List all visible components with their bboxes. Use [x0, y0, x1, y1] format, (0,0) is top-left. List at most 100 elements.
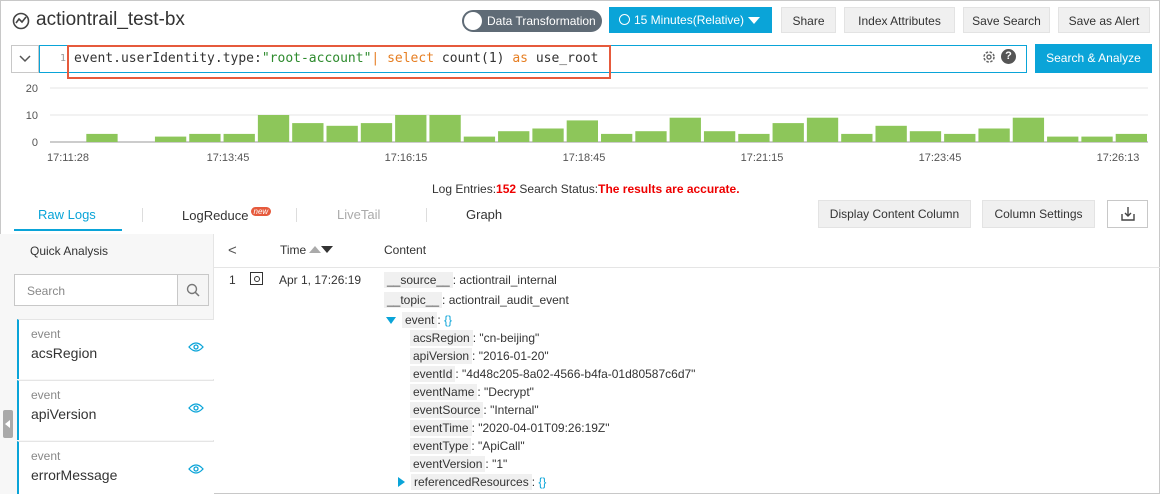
- x-tick-label: 17:18:45: [563, 152, 606, 164]
- sort-down-icon: [321, 246, 334, 253]
- x-tick-label: 17:23:45: [919, 152, 962, 164]
- x-tick-label: 17:11:28: [47, 152, 89, 164]
- log-key: __topic__: [384, 292, 443, 308]
- search-placeholder: Search: [27, 284, 66, 298]
- histogram-bar: [154, 136, 187, 142]
- back-arrow-icon[interactable]: <: [228, 242, 237, 259]
- time-range-button[interactable]: 15 Minutes(Relative): [609, 7, 772, 33]
- log-field-event[interactable]: event: {}: [386, 312, 453, 328]
- search-analyze-button[interactable]: Search & Analyze: [1035, 44, 1152, 73]
- log-key: eventId: [410, 366, 456, 382]
- search-button[interactable]: [177, 275, 208, 305]
- log-field: eventSource: "Internal": [410, 402, 539, 418]
- eye-icon[interactable]: [188, 463, 204, 475]
- histogram-bar: [978, 128, 1010, 142]
- histogram-bar: [909, 131, 942, 142]
- log-value: "cn-beijing": [479, 331, 540, 345]
- log-value: actiontrail_audit_event: [448, 293, 569, 307]
- histogram-bar: [566, 120, 598, 142]
- log-key: event: [402, 312, 438, 328]
- histogram-bar: [429, 115, 461, 142]
- field-name: acsRegion: [31, 345, 98, 361]
- x-tick-label: 17:26:13: [1097, 152, 1140, 164]
- time-header-label: Time: [280, 243, 307, 257]
- quick-analysis-search[interactable]: Search: [14, 274, 209, 306]
- histogram-bar: [669, 117, 701, 142]
- tab-livetail[interactable]: LiveTail: [337, 207, 380, 222]
- histogram-bar: [841, 133, 873, 142]
- histogram-bar: [738, 133, 770, 142]
- context-view-icon[interactable]: [250, 272, 263, 285]
- histogram-bar: [463, 136, 496, 142]
- histogram-bar: [772, 123, 804, 142]
- histogram-bar: [1081, 136, 1113, 142]
- share-button[interactable]: Share: [781, 7, 836, 33]
- logstore-icon: [12, 12, 30, 30]
- active-tab-indicator: [14, 229, 122, 231]
- tab-graph[interactable]: Graph: [466, 207, 502, 222]
- log-value: "2016-01-20": [478, 349, 549, 363]
- toggle-knob: [464, 12, 482, 30]
- histogram-bar: [257, 115, 290, 142]
- field-item[interactable]: event acsRegion: [17, 319, 214, 379]
- time-column-header[interactable]: Time: [280, 243, 334, 257]
- chevron-down-icon: [19, 55, 31, 63]
- histogram-bar: [532, 128, 564, 142]
- quick-analysis-panel: Quick Analysis Search event acsRegion ev…: [0, 234, 214, 494]
- entries-count: 152: [496, 182, 517, 196]
- gear-icon[interactable]: [981, 49, 997, 65]
- save-search-button[interactable]: Save Search: [963, 7, 1050, 33]
- histogram-bar: [498, 131, 530, 142]
- tab-divider: [296, 208, 297, 222]
- log-field: eventType: "ApiCall": [410, 438, 525, 454]
- log-key: eventSource: [410, 402, 484, 418]
- logstore-title: actiontrail_test-bx: [36, 9, 185, 30]
- data-transformation-toggle[interactable]: Data Transformation: [462, 10, 602, 32]
- query-expand-button[interactable]: [11, 45, 39, 73]
- display-content-column-button[interactable]: Display Content Column: [818, 200, 971, 228]
- collapse-triangle-icon: [386, 317, 396, 324]
- histogram-bar: [944, 133, 976, 142]
- log-field: acsRegion: "cn-beijing": [410, 330, 540, 346]
- histogram-bar: [635, 131, 667, 142]
- eye-icon[interactable]: [188, 402, 204, 414]
- annotation-highlight: [67, 45, 611, 79]
- histogram-bar: [326, 125, 358, 142]
- histogram-bar: [86, 133, 118, 142]
- column-settings-button[interactable]: Column Settings: [982, 200, 1095, 228]
- log-value: actiontrail_internal: [459, 273, 557, 287]
- log-key: eventType: [410, 438, 472, 454]
- log-key: eventTime: [410, 420, 472, 436]
- log-value: {}: [538, 475, 547, 489]
- field-name: errorMessage: [31, 467, 118, 483]
- search-status-label: Search Status:: [516, 182, 599, 196]
- histogram-bar: [1047, 136, 1079, 142]
- row-time: Apr 1, 17:26:19: [279, 273, 362, 287]
- sort-up-icon: [309, 246, 322, 253]
- log-value: "ApiCall": [478, 439, 525, 453]
- field-item[interactable]: event apiVersion: [17, 380, 214, 440]
- x-tick-label: 17:13:45: [207, 152, 250, 164]
- content-column-header: Content: [384, 243, 427, 257]
- log-field: __topic__: actiontrail_audit_event: [384, 292, 569, 308]
- download-button[interactable]: [1107, 200, 1148, 228]
- tab-raw-logs[interactable]: Raw Logs: [38, 207, 96, 222]
- tab-logreduce[interactable]: LogReduce new: [182, 207, 272, 223]
- log-field: apiVersion: "2016-01-20": [410, 348, 549, 364]
- histogram-bar: [806, 117, 839, 142]
- log-value: {}: [444, 313, 453, 327]
- field-item[interactable]: event errorMessage: [17, 441, 214, 494]
- histogram-bar: [1012, 117, 1045, 142]
- eye-icon[interactable]: [188, 341, 204, 353]
- toggle-label: Data Transformation: [487, 14, 596, 28]
- log-field-referenced[interactable]: referencedResources: {}: [398, 474, 547, 490]
- y-tick-label: 10: [26, 110, 38, 122]
- panel-collapse-handle[interactable]: [3, 410, 13, 438]
- help-icon[interactable]: ?: [1001, 49, 1016, 64]
- log-table-header: < Time Content: [214, 234, 1160, 268]
- histogram-bar: [189, 133, 221, 142]
- index-attributes-button[interactable]: Index Attributes: [844, 7, 955, 33]
- log-key: referencedResources: [411, 474, 532, 490]
- save-as-alert-button[interactable]: Save as Alert: [1058, 7, 1150, 33]
- line-number: 1: [60, 53, 67, 64]
